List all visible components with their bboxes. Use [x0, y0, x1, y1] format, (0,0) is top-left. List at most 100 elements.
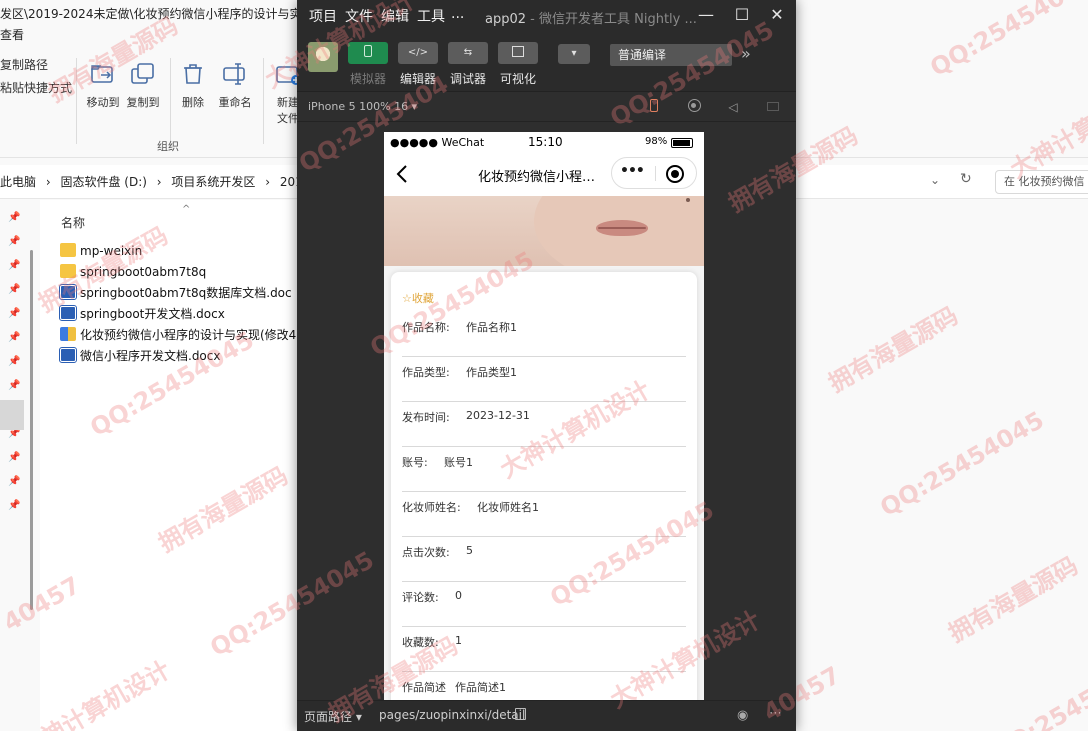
minimize-button[interactable]: —	[694, 4, 718, 26]
avatar[interactable]	[308, 42, 338, 72]
copy-icon[interactable]	[515, 708, 526, 720]
list-item[interactable]: mp-weixin	[60, 241, 142, 261]
word-doc-icon	[59, 305, 77, 321]
window-icon[interactable]	[765, 99, 781, 115]
archive-icon	[60, 327, 76, 341]
list-item[interactable]: 化妆预约微信小程序的设计与实现(修改4	[60, 325, 296, 345]
more-tools-icon[interactable]: »	[741, 44, 751, 63]
field-value: 2023-12-31	[466, 409, 530, 422]
capsule-menu[interactable]: •••	[611, 157, 697, 189]
field-value: 作品类型1	[466, 366, 517, 379]
more-icon[interactable]: ⋯	[769, 706, 783, 721]
column-header-name[interactable]: 名称	[61, 214, 85, 231]
record-icon[interactable]	[686, 99, 702, 115]
pin-icon: 📌	[8, 308, 21, 319]
rename-button[interactable]: 重命名	[209, 60, 261, 110]
window-title-rest: - 微信开发者工具 Nightly ...	[530, 12, 697, 27]
back-arrow-icon[interactable]	[394, 163, 410, 185]
eye-icon[interactable]: ◉	[737, 708, 748, 723]
field-label: 账号:	[402, 456, 428, 469]
capsule-divider	[655, 166, 656, 181]
pin-icon: 📌	[8, 476, 21, 487]
debugger-label: 调试器	[450, 72, 487, 86]
detail-field: 评论数: 0	[402, 582, 686, 627]
carrier-label: ●●●●● WeChat	[390, 136, 485, 149]
nav-scrollbar[interactable]	[30, 250, 33, 610]
favorite-button[interactable]: ☆收藏	[402, 290, 434, 306]
file-name: springboot0abm7t8q	[80, 265, 207, 279]
field-value: 1	[455, 634, 462, 647]
word-doc-icon	[59, 284, 77, 300]
caret-down-icon: ▾	[571, 48, 577, 59]
sort-caret-icon[interactable]: ^	[182, 204, 190, 215]
list-item[interactable]: springboot0abm7t8q数据库文档.doc	[59, 283, 292, 303]
move-to-label: 移动到	[86, 96, 120, 109]
page-title: 化妆预约微信小程序...	[478, 170, 606, 185]
field-label: 点击次数:	[402, 546, 450, 559]
battery-icon	[671, 138, 693, 148]
paste-shortcut-button[interactable]: 粘贴快捷方式	[0, 79, 72, 96]
ribbon-group-label: 组织	[157, 140, 179, 153]
chevron-down-icon[interactable]: ⌄	[930, 173, 940, 187]
breadcrumb[interactable]: 此电脑 › 固态软件盘 (D:) › 项目系统开发区 › 201	[0, 173, 309, 190]
tab-view[interactable]: 查看	[0, 26, 24, 43]
search-input[interactable]: 在 化妆预约微信	[995, 170, 1088, 194]
refresh-icon[interactable]: ↻	[960, 171, 972, 187]
new-folder-label-2: 文件	[277, 112, 299, 125]
list-item[interactable]: 微信小程序开发文档.docx	[59, 346, 220, 366]
menu-more[interactable]: ...	[451, 6, 464, 22]
detail-field: 收藏数: 1	[402, 627, 686, 672]
menu-file[interactable]: 文件	[345, 6, 373, 26]
copy-to-icon	[129, 60, 157, 88]
detail-field: 作品类型: 作品类型1	[402, 357, 686, 402]
pin-icon: 📌	[8, 284, 21, 295]
speaker-icon[interactable]: ◁	[725, 99, 741, 115]
list-item[interactable]: springboot开发文档.docx	[59, 304, 225, 324]
detail-field: 点击次数: 5	[402, 537, 686, 582]
copy-path-button[interactable]: 复制路径	[0, 56, 48, 73]
menu-edit[interactable]: 编辑	[381, 6, 409, 26]
breadcrumb-separator: ›	[45, 175, 51, 189]
pin-icon: 📌	[8, 212, 21, 223]
field-label: 发布时间:	[402, 411, 450, 424]
simulator-label: 模拟器	[350, 72, 387, 86]
pin-icon: 📌	[8, 380, 21, 391]
copy-to-button[interactable]: 复制到	[117, 60, 169, 110]
page-path-label[interactable]: 页面路径 ▾	[304, 708, 362, 725]
menu-project[interactable]: 项目	[309, 6, 337, 26]
phone-icon[interactable]	[646, 99, 662, 115]
device-select[interactable]: iPhone 5 100% 16 ▾	[308, 100, 417, 113]
close-miniprogram-icon[interactable]	[666, 165, 684, 183]
breadcrumb-item[interactable]: 此电脑	[0, 175, 36, 189]
nav-selected-item[interactable]	[0, 400, 24, 430]
debugger-toggle[interactable]: ⇆	[448, 42, 488, 64]
field-label: 作品简述	[402, 681, 446, 694]
breadcrumb-item[interactable]: 项目系统开发区	[171, 175, 255, 189]
banner-image	[384, 196, 704, 266]
list-item[interactable]: springboot0abm7t8q	[60, 262, 206, 282]
menu-tools[interactable]: 工具	[417, 6, 445, 26]
folder-icon	[60, 243, 76, 257]
mode-dropdown[interactable]: ▾	[558, 44, 590, 64]
detail-field: 账号: 账号1	[402, 447, 686, 492]
devtools-toolbar: 模拟器 </> 编辑器 ⇆ 调试器 可视化 ▾ 普通编译 »	[297, 32, 796, 92]
miniprogram-nav-bar: 化妆预约微信小程序... •••	[384, 154, 704, 196]
rename-icon	[221, 60, 249, 88]
compile-mode-select[interactable]: 普通编译	[610, 44, 732, 66]
folder-icon	[60, 264, 76, 278]
breadcrumb-item[interactable]: 固态软件盘 (D:)	[60, 175, 146, 189]
more-dots-icon[interactable]: •••	[620, 163, 645, 179]
close-button[interactable]: ✕	[765, 4, 789, 26]
visual-toggle[interactable]	[498, 42, 538, 64]
delete-label: 删除	[182, 96, 204, 109]
file-name: mp-weixin	[80, 244, 143, 258]
navigation-pane: 📌 📌 📌 📌 📌 📌 📌 📌 📌 📌 📌 📌 📌	[0, 200, 40, 731]
code-icon: </>	[407, 47, 429, 58]
phone-status-bar: ●●●●● WeChat 15:10 98%	[384, 132, 704, 154]
detail-card: ☆收藏 作品名称: 作品名称1 作品类型: 作品类型1 发布时间: 2023-1…	[391, 272, 697, 700]
pin-icon: 📌	[8, 452, 21, 463]
simulator-toggle[interactable]	[348, 42, 388, 64]
maximize-button[interactable]: ☐	[730, 4, 754, 26]
file-name: springboot开发文档.docx	[80, 307, 225, 321]
editor-toggle[interactable]: </>	[398, 42, 438, 64]
